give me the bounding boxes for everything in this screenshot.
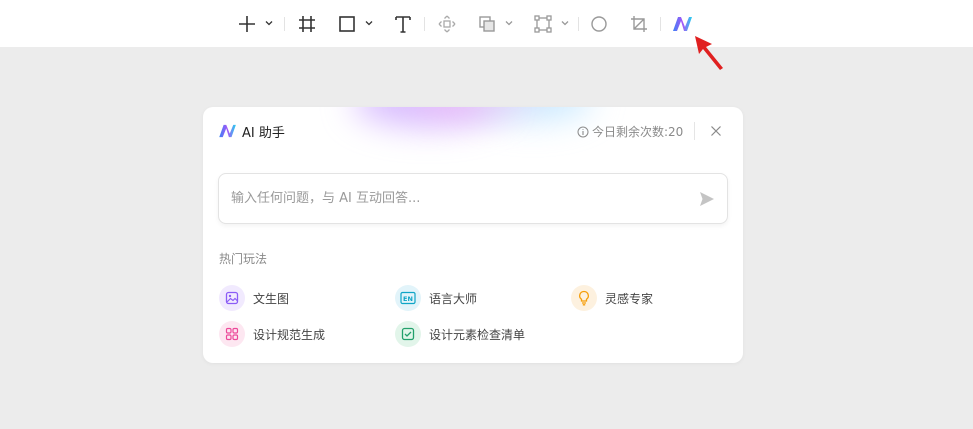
crop-icon[interactable] bbox=[626, 11, 652, 37]
feature-label: 文生图 bbox=[253, 291, 290, 306]
rectangle-dropdown-chevron-icon[interactable] bbox=[364, 18, 374, 28]
component-icon[interactable] bbox=[530, 11, 556, 37]
add-icon[interactable] bbox=[234, 11, 260, 37]
boolean-icon[interactable] bbox=[474, 11, 500, 37]
add-dropdown-chevron-icon[interactable] bbox=[264, 18, 274, 28]
grid-icon bbox=[219, 321, 245, 347]
lightbulb-icon bbox=[571, 285, 597, 311]
image-icon bbox=[219, 285, 245, 311]
ai-logo-icon bbox=[219, 124, 236, 138]
component-dropdown-chevron-icon[interactable] bbox=[560, 18, 570, 28]
frame-icon[interactable] bbox=[294, 11, 320, 37]
section-title: 热门玩法 bbox=[219, 252, 268, 266]
boolean-dropdown-chevron-icon[interactable] bbox=[504, 18, 514, 28]
toolbar-divider bbox=[424, 17, 425, 31]
checklist-icon bbox=[395, 321, 421, 347]
circle-icon[interactable] bbox=[586, 11, 612, 37]
top-toolbar bbox=[0, 0, 973, 47]
toolbar-divider bbox=[660, 17, 661, 31]
feature-label: 灵感专家 bbox=[605, 291, 654, 306]
toolbar-divider bbox=[284, 17, 285, 31]
feature-inspiration-expert[interactable]: 灵感专家 bbox=[571, 285, 653, 311]
send-button[interactable] bbox=[695, 187, 719, 211]
prompt-input-box bbox=[218, 173, 728, 224]
feature-design-checklist[interactable]: 设计元素检查清单 bbox=[395, 321, 525, 347]
toolbar-divider bbox=[578, 17, 579, 31]
info-icon bbox=[577, 126, 589, 137]
feature-design-spec[interactable]: 设计规范生成 bbox=[219, 321, 325, 347]
header-divider bbox=[694, 122, 695, 140]
quota-indicator: 今日剩余次数:20 bbox=[577, 123, 683, 140]
prompt-input[interactable] bbox=[219, 174, 689, 223]
panel-title: AI 助手 bbox=[242, 126, 285, 141]
close-icon bbox=[711, 126, 721, 136]
feature-label: 设计元素检查清单 bbox=[429, 327, 526, 342]
rectangle-icon[interactable] bbox=[334, 11, 360, 37]
en-icon: EN bbox=[395, 285, 421, 311]
move-icon[interactable] bbox=[434, 11, 460, 37]
feature-language-master[interactable]: EN 语言大师 bbox=[395, 285, 477, 311]
feature-label: 语言大师 bbox=[429, 291, 478, 306]
send-icon bbox=[700, 192, 714, 206]
feature-label: 设计规范生成 bbox=[253, 327, 326, 342]
close-button[interactable] bbox=[706, 121, 726, 141]
pointer-arrow-icon bbox=[695, 36, 723, 70]
ai-assistant-panel: AI 助手 今日剩余次数:20 热门玩法 文生图 EN 语言大师 bbox=[203, 107, 743, 363]
feature-text-to-image[interactable]: 文生图 bbox=[219, 285, 289, 311]
svg-text:EN: EN bbox=[403, 295, 413, 303]
quota-label: 今日剩余次数:20 bbox=[592, 125, 684, 139]
text-icon[interactable] bbox=[390, 11, 416, 37]
